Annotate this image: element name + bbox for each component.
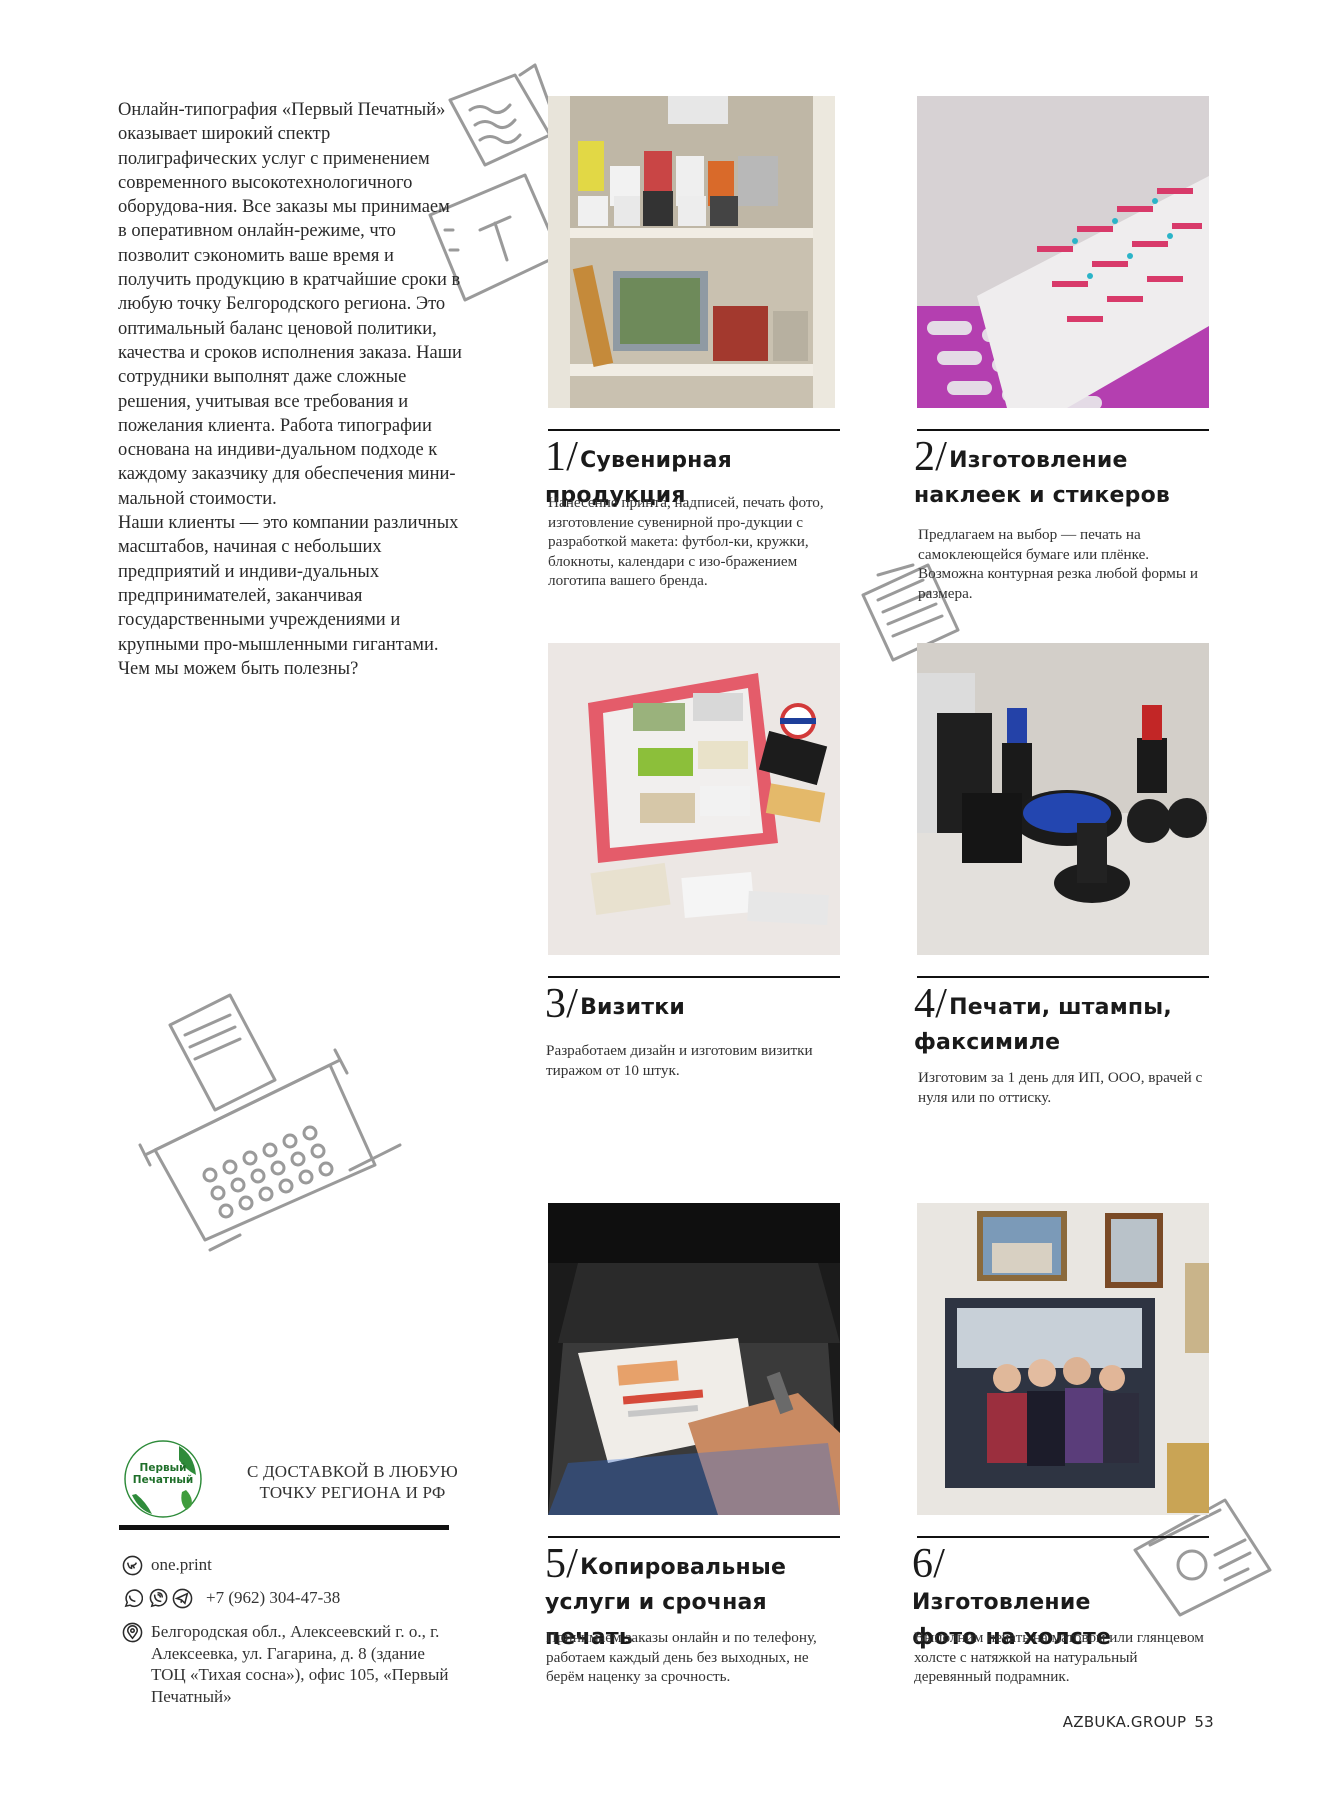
page-number: 53: [1194, 1713, 1214, 1731]
service-4-number: 4: [914, 981, 936, 1027]
address: Белгородская обл., Алексеевский г. о., г…: [151, 1622, 449, 1706]
photo-business-cards: [548, 643, 840, 955]
service-2-slash: /: [935, 434, 948, 480]
photo-canvas: [917, 1203, 1209, 1515]
service-3-number: 3: [545, 981, 567, 1027]
phone-number[interactable]: +7 (962) 304-47-38: [206, 1587, 340, 1609]
intro-paragraph-2: Наши клиенты — это компании различных ма…: [118, 513, 459, 655]
service-2-heading: 2/Изготовление наклеек и стикеров: [914, 436, 1214, 513]
service-2-rule: [917, 429, 1209, 431]
telegram-icon[interactable]: [172, 1588, 193, 1609]
footer-site[interactable]: AZBUKA.GROUP: [1063, 1713, 1187, 1731]
service-2-title: Изготовление наклеек и стикеров: [914, 448, 1171, 508]
vk-icon[interactable]: [122, 1555, 143, 1576]
intro-text: Онлайн-типография «Первый Печатный» оказ…: [118, 98, 463, 681]
service-1-number: 1: [545, 434, 567, 480]
service-4-title: Печати, штампы, факсимиле: [914, 995, 1172, 1055]
service-3-heading: 3/Визитки: [545, 983, 845, 1025]
service-2-number: 2: [914, 434, 936, 480]
intro-paragraph-1: Онлайн-типография «Первый Печатный» оказ…: [118, 100, 462, 509]
service-4-slash: /: [935, 981, 948, 1027]
service-4-rule: [917, 976, 1209, 978]
service-4-heading: 4/Печати, штампы, факсимиле: [914, 983, 1184, 1060]
contact-divider: [119, 1525, 449, 1530]
company-logo-text: Первый Печатный: [132, 1462, 194, 1486]
location-pin-icon: [122, 1622, 143, 1643]
intro-paragraph-3: Чем мы можем быть полезны?: [118, 658, 359, 679]
service-3-slash: /: [566, 981, 579, 1027]
service-3-rule: [548, 976, 840, 978]
viber-icon[interactable]: [147, 1588, 168, 1609]
service-1-description: Нанесение принта, надписей, печать фото,…: [548, 494, 824, 590]
service-3-description: Разработаем дизайн и изготовим визитки т…: [546, 1042, 813, 1079]
service-5-description: Принимаем заказы онлайн и по телефону, р…: [546, 1629, 817, 1686]
photo-stamps: [917, 643, 1209, 955]
vk-link[interactable]: one.print: [151, 1554, 212, 1576]
service-6-description: Выполним печать на матовом или глянцевом…: [914, 1629, 1204, 1686]
whatsapp-icon[interactable]: [122, 1588, 143, 1609]
typewriter-icon: [135, 985, 405, 1255]
service-6-number: 6: [912, 1541, 934, 1587]
service-2-description: Предлагаем на выбор — печать на самоклею…: [918, 526, 1199, 602]
service-1-rule: [548, 429, 840, 431]
service-5-number: 5: [545, 1541, 567, 1587]
service-5-rule: [548, 1536, 840, 1538]
service-6-slash: /: [933, 1541, 946, 1587]
service-4-description: Изготовим за 1 день для ИП, ООО, врачей …: [918, 1069, 1203, 1106]
photo-souvenirs: [548, 96, 835, 408]
service-1-slash: /: [566, 434, 579, 480]
page-footer: AZBUKA.GROUP 53: [1063, 1713, 1214, 1731]
photo-stickers: [917, 96, 1209, 408]
photo-printer: [548, 1203, 840, 1515]
service-5-slash: /: [566, 1541, 579, 1587]
service-6-rule: [917, 1536, 1209, 1538]
delivery-note: С ДОСТАВКОЙ В ЛЮБУЮ ТОЧКУ РЕГИОНА И РФ: [247, 1462, 458, 1502]
service-3-title: Визитки: [580, 995, 685, 1020]
